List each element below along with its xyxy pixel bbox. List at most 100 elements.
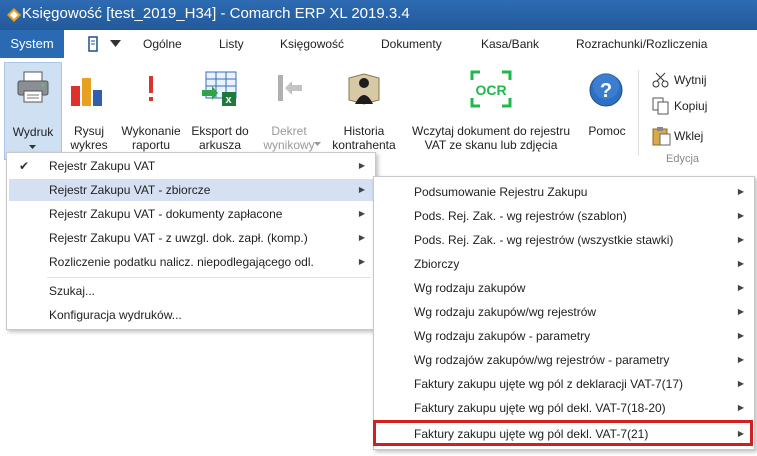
- menu-item-label: Rejestr Zakupu VAT - dokumenty zapłacone: [49, 207, 283, 221]
- chevron-down-icon[interactable]: [110, 40, 121, 48]
- menu-item-rejestr-zakupu-vat-zbiorcze[interactable]: Rejestr Zakupu VAT - zbiorcze ▶: [9, 179, 373, 201]
- run-report-label: Wykonanie raportu: [121, 124, 181, 152]
- quick-access-icon[interactable]: [87, 36, 99, 52]
- submenu-item[interactable]: Pods. Rej. Zak. - wg rejestrów (wszystki…: [376, 229, 752, 251]
- menu-separator: [47, 277, 371, 278]
- menu-item-rozliczenie-podatku[interactable]: Rozliczenie podatku nalicz. niepodlegają…: [9, 251, 373, 273]
- chevron-right-icon: ▶: [737, 403, 744, 412]
- ocr-load-button[interactable]: OCR Wczytaj dokument do rejestru VAT ze …: [402, 62, 580, 158]
- menu-item-label: Konfiguracja wydruków...: [49, 308, 182, 322]
- menu-item-label: Szukaj...: [49, 284, 96, 298]
- print-button-label: Wydruk: [12, 125, 54, 139]
- menu-item-label: Rozliczenie podatku nalicz. niepodlegają…: [49, 255, 314, 269]
- menu-item-rejestr-zakupu-vat[interactable]: ✔ Rejestr Zakupu VAT ▶: [9, 155, 373, 177]
- menu-item-dokumenty-zaplacone[interactable]: Rejestr Zakupu VAT - dokumenty zapłacone…: [9, 203, 373, 225]
- chevron-right-icon: ▶: [737, 331, 744, 340]
- highlight-annotation: [373, 420, 753, 446]
- submenu-item[interactable]: Zbiorczy ▶: [376, 253, 752, 275]
- exclamation-icon: [149, 76, 153, 101]
- export-sheet-button[interactable]: x Eksport do arkusza: [186, 62, 254, 158]
- help-icon: ?: [589, 73, 623, 107]
- submenu-item[interactable]: Podsumowanie Rejestru Zakupu ▶: [376, 181, 752, 203]
- submenu-item-label: Wg rodzajów zakupów/wg rejestrów - param…: [414, 353, 670, 367]
- tab-dokumenty[interactable]: Dokumenty: [381, 30, 442, 58]
- menu-item-z-uwzgl-dok-zapl[interactable]: Rejestr Zakupu VAT - z uwzgl. dok. zapł.…: [9, 227, 373, 249]
- chevron-right-icon: ▶: [737, 235, 744, 244]
- svg-text:x: x: [226, 94, 233, 106]
- cut-label: Wytnij: [674, 73, 707, 87]
- contractor-history-icon: [348, 73, 380, 105]
- submenu-item[interactable]: Wg rodzajów zakupów/wg rejestrów - param…: [376, 349, 752, 371]
- contractor-history-label: Historia kontrahenta: [332, 124, 396, 152]
- decree-icon: [278, 75, 302, 101]
- submenu-item-label: Wg rodzaju zakupów: [414, 281, 526, 295]
- ocr-text: OCR: [475, 82, 506, 98]
- chevron-right-icon: ▶: [358, 185, 365, 194]
- submenu-zbiorcze: Podsumowanie Rejestru Zakupu ▶ Pods. Rej…: [373, 176, 755, 450]
- tab-system[interactable]: System: [0, 30, 64, 58]
- submenu-item-label: Pods. Rej. Zak. - wg rejestrów (szablon): [414, 209, 627, 223]
- title-bar: Księgowość [test_2019_H34] - Comarch ERP…: [0, 0, 757, 30]
- chevron-right-icon: ▶: [358, 257, 365, 266]
- result-decree-button[interactable]: Dekret wynikowy: [256, 62, 322, 158]
- submenu-item[interactable]: Wg rodzaju zakupów ▶: [376, 277, 752, 299]
- print-menu: ✔ Rejestr Zakupu VAT ▶ Rejestr Zakupu VA…: [6, 152, 376, 330]
- contractor-history-button[interactable]: Historia kontrahenta: [328, 62, 400, 158]
- chevron-right-icon: ▶: [737, 187, 744, 196]
- chevron-right-icon: ▶: [737, 259, 744, 268]
- scissors-icon: [652, 72, 669, 88]
- submenu-item-label: Wg rodzaju zakupów/wg rejestrów: [414, 305, 597, 319]
- tab-kasa-bank[interactable]: Kasa/Bank: [481, 30, 539, 58]
- chevron-right-icon: ▶: [358, 161, 365, 170]
- copy-label: Kopiuj: [674, 99, 708, 113]
- submenu-item[interactable]: Wg rodzaju zakupów/wg rejestrów ▶: [376, 301, 752, 323]
- submenu-item[interactable]: Wg rodzaju zakupów - parametry ▶: [376, 325, 752, 347]
- submenu-item[interactable]: Faktury zakupu ujęte wg pól dekl. VAT-7(…: [376, 397, 752, 419]
- menu-item-konfiguracja-wydrukow[interactable]: Konfiguracja wydruków...: [9, 304, 373, 326]
- submenu-item-label: Zbiorczy: [414, 257, 460, 271]
- submenu-item-label: Faktury zakupu ujęte wg pól z deklaracji…: [414, 377, 684, 391]
- checkmark-icon: ✔: [19, 159, 30, 173]
- menu-item-label: Rejestr Zakupu VAT - z uwzgl. dok. zapł.…: [49, 231, 308, 245]
- printer-icon: [17, 71, 49, 103]
- ribbon: Wydruk Rysuj wykres Wykonanie raportu x: [0, 58, 757, 165]
- submenu-item[interactable]: Faktury zakupu ujęte wg pól z deklaracji…: [376, 373, 752, 395]
- draw-chart-label: Rysuj wykres: [70, 124, 108, 152]
- submenu-item-label: Wg rodzaju zakupów - parametry: [414, 329, 591, 343]
- menu-item-szukaj[interactable]: Szukaj...: [9, 280, 373, 302]
- chevron-right-icon: ▶: [358, 209, 365, 218]
- submenu-item[interactable]: Pods. Rej. Zak. - wg rejestrów (szablon)…: [376, 205, 752, 227]
- help-label: Pomoc: [588, 124, 626, 138]
- export-sheet-label: Eksport do arkusza: [191, 124, 249, 152]
- menu-item-label: Rejestr Zakupu VAT: [49, 159, 156, 173]
- tab-ksiegowosc[interactable]: Księgowość: [280, 30, 344, 58]
- excel-export-icon: x: [202, 71, 237, 106]
- window-title: Księgowość [test_2019_H34] - Comarch ERP…: [22, 5, 410, 22]
- run-report-button[interactable]: Wykonanie raportu: [118, 62, 184, 158]
- submenu-item-label: Podsumowanie Rejestru Zakupu: [414, 185, 588, 199]
- tab-listy[interactable]: Listy: [219, 30, 244, 58]
- bar-chart-icon: [71, 78, 102, 106]
- paste-icon: [652, 127, 671, 146]
- help-button[interactable]: ? Pomoc: [584, 62, 630, 158]
- tab-ogolne[interactable]: Ogólne: [143, 30, 182, 58]
- chevron-right-icon: ▶: [737, 379, 744, 388]
- result-decree-label: Dekret wynikowy: [263, 124, 315, 152]
- draw-chart-button[interactable]: Rysuj wykres: [64, 62, 114, 158]
- app-icon: [7, 8, 21, 22]
- tab-rozrachunki[interactable]: Rozrachunki/Rozliczenia: [576, 30, 707, 58]
- paste-label: Wklej: [674, 129, 704, 143]
- chevron-down-icon: [29, 145, 36, 149]
- chevron-right-icon: ▶: [737, 355, 744, 364]
- chevron-right-icon: ▶: [358, 233, 365, 242]
- ribbon-tab-bar: System Ogólne Listy Księgowość Dokumenty…: [0, 30, 757, 59]
- print-button[interactable]: Wydruk: [4, 62, 62, 160]
- edit-group-label: Edycja: [666, 153, 700, 165]
- chevron-down-icon: [314, 142, 321, 146]
- ocr-load-label: Wczytaj dokument do rejestru VAT ze skan…: [411, 124, 571, 152]
- submenu-item-label: Faktury zakupu ujęte wg pól dekl. VAT-7(…: [414, 401, 666, 415]
- submenu-item-label: Pods. Rej. Zak. - wg rejestrów (wszystki…: [414, 233, 674, 247]
- menu-item-label: Rejestr Zakupu VAT - zbiorcze: [49, 183, 211, 197]
- chevron-right-icon: ▶: [737, 211, 744, 220]
- copy-icon: [652, 97, 669, 115]
